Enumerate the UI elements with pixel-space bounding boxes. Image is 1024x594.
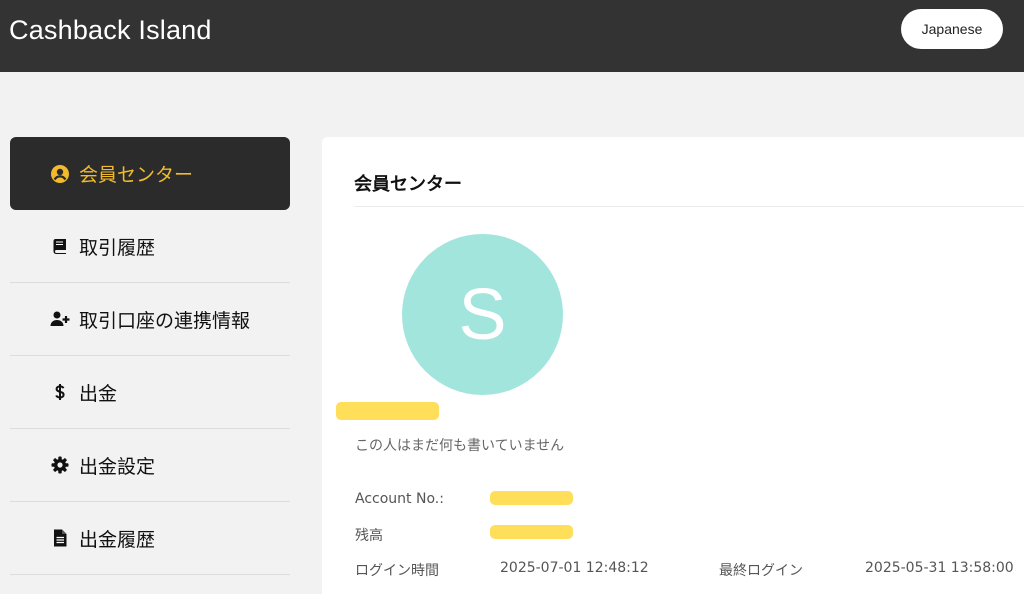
- top-bar: Cashback Island Japanese: [0, 0, 1024, 72]
- sidebar-item-label: 出金履歴: [79, 528, 156, 551]
- profile-bio: この人はまだ何も書いていません: [355, 438, 565, 454]
- last-login-value: 2025-05-31 13:58:00: [865, 560, 1014, 576]
- sidebar-item-trade-history[interactable]: 取引履歴: [10, 210, 290, 283]
- brand-title[interactable]: Cashback Island: [9, 15, 212, 46]
- title-divider: [354, 206, 1024, 207]
- sidebar-item-label: 会員センター: [79, 164, 194, 186]
- sidebar-item-label: 取引口座の連携情報: [79, 309, 251, 332]
- avatar[interactable]: S: [402, 234, 563, 395]
- account-number-redacted: [490, 491, 573, 505]
- account-number-label: Account No.:: [355, 491, 444, 507]
- gear-icon: [50, 455, 70, 475]
- user-plus-icon: [50, 309, 70, 329]
- user-circle-icon: [50, 164, 70, 184]
- username-redacted: [336, 402, 439, 420]
- sidebar-item-withdrawal-settings[interactable]: 出金設定: [10, 429, 290, 502]
- sidebar-item-label: 出金設定: [79, 455, 156, 478]
- member-center-card: 会員センター S この人はまだ何も書いていません Account No.: 残高…: [322, 137, 1024, 594]
- language-button[interactable]: Japanese: [901, 9, 1003, 49]
- sidebar-item-withdrawal-history[interactable]: 出金履歴: [10, 502, 290, 575]
- dollar-icon: [50, 382, 70, 402]
- sidebar-item-member-center[interactable]: 会員センター: [10, 137, 290, 210]
- sidebar-item-account-link[interactable]: 取引口座の連携情報: [10, 283, 290, 356]
- balance-label: 残高: [355, 528, 383, 544]
- login-time-label: ログイン時間: [355, 563, 439, 579]
- sidebar: 会員センター 取引履歴 取引口座の連携情報 出金 出金設定 出金履歴: [10, 137, 290, 575]
- last-login-label: 最終ログイン: [719, 563, 803, 579]
- book-icon: [50, 236, 70, 256]
- sidebar-item-label: 取引履歴: [79, 236, 156, 259]
- balance-redacted: [490, 525, 573, 539]
- sidebar-item-label: 出金: [79, 382, 118, 405]
- login-time-value: 2025-07-01 12:48:12: [500, 560, 649, 576]
- page-title: 会員センター: [354, 174, 462, 195]
- file-text-icon: [50, 528, 70, 548]
- sidebar-item-withdrawal[interactable]: 出金: [10, 356, 290, 429]
